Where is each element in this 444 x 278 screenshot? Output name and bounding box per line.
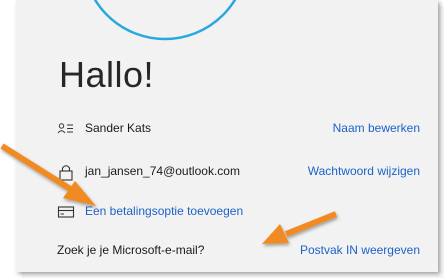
greeting-title: Hallo!	[59, 54, 155, 95]
account-panel: Hallo! Sander Kats Naam bewerken jan_jan…	[16, 0, 438, 272]
add-billing-link[interactable]: Een betalingsoptie toevoegen	[85, 204, 243, 218]
name-row: Sander Kats Naam bewerken	[0, 119, 444, 141]
ms-email-question: Zoek je je Microsoft-e-mail?	[57, 243, 205, 257]
account-email: jan_jansen_74@outlook.com	[85, 164, 240, 178]
contact-card-icon	[57, 123, 73, 134]
account-name: Sander Kats	[85, 121, 152, 135]
view-inbox-link[interactable]: Postvak IN weergeven	[300, 243, 420, 257]
lock-icon	[59, 165, 73, 181]
change-password-link[interactable]: Wachtwoord wijzigen	[308, 164, 420, 178]
ms-email-row: Zoek je je Microsoft-e-mail? Postvak IN …	[0, 241, 444, 263]
credit-card-icon	[57, 206, 75, 218]
edit-name-link[interactable]: Naam bewerken	[333, 121, 420, 135]
billing-row: Een betalingsoptie toevoegen	[0, 202, 444, 224]
avatar-circle	[93, 0, 237, 41]
email-row: jan_jansen_74@outlook.com Wachtwoord wij…	[0, 162, 444, 184]
account-page: Hallo! Sander Kats Naam bewerken jan_jan…	[0, 0, 444, 278]
